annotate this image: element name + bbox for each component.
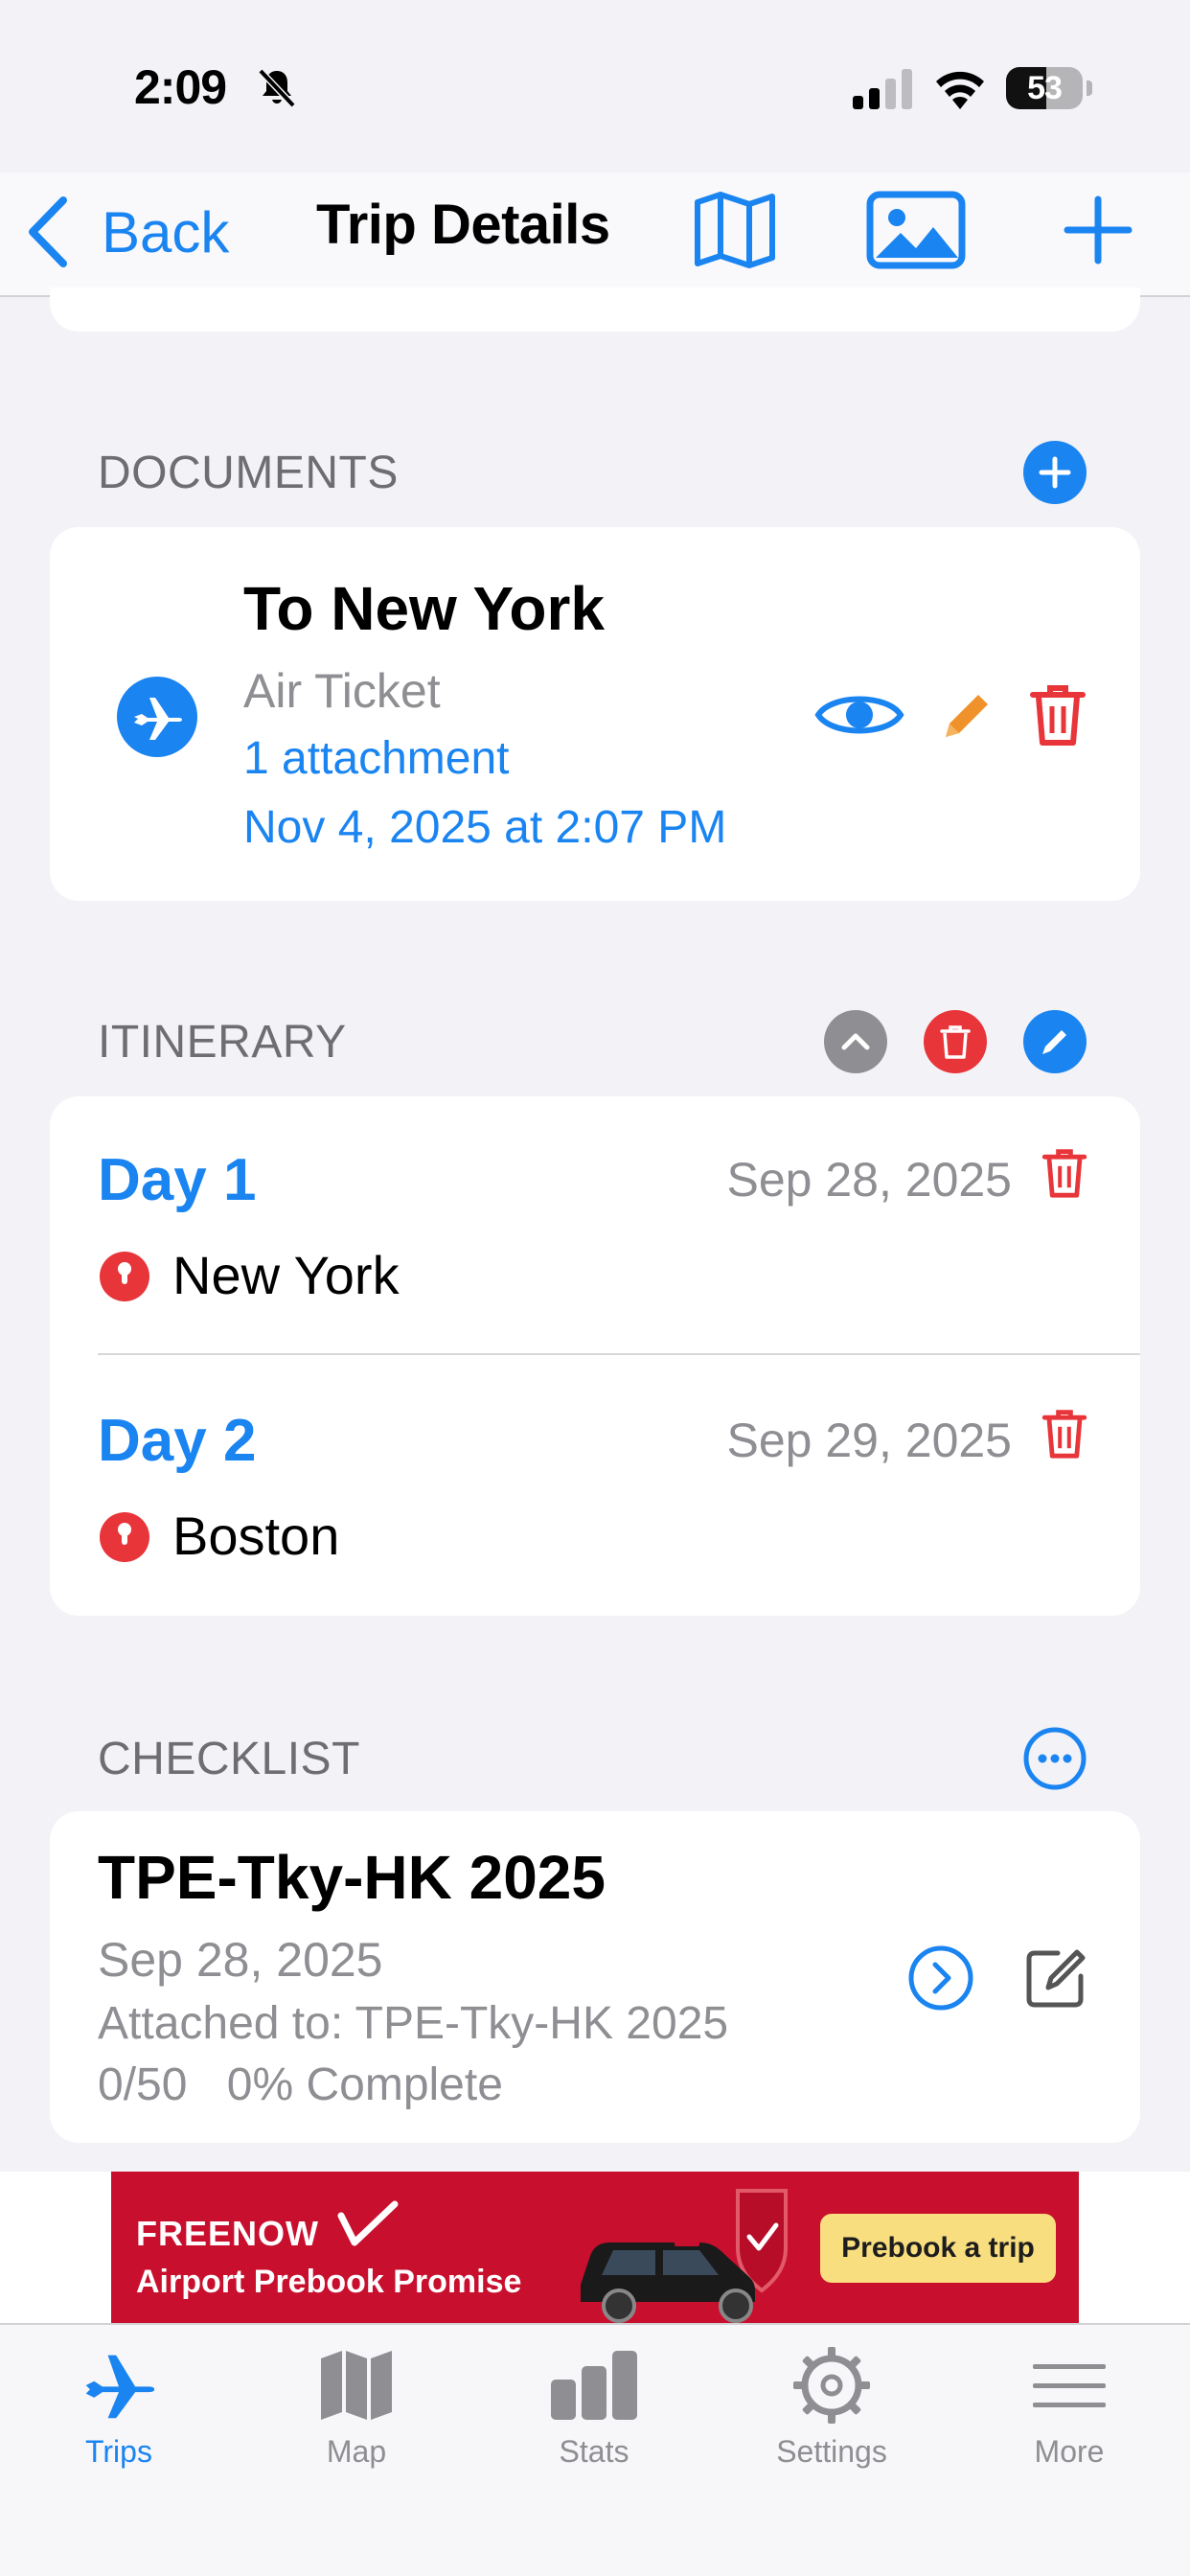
day-label[interactable]: Day 2: [98, 1407, 256, 1475]
day-place: Boston: [172, 1506, 340, 1566]
location-pin-icon: [100, 1512, 149, 1562]
airplane-icon: [85, 2355, 155, 2419]
tab-map[interactable]: Map: [238, 2325, 475, 2478]
checklist-percent: 0% Complete: [226, 2059, 503, 2110]
ad-brand: FREENOW: [136, 2214, 319, 2253]
checklist-attached-to: Attached to: TPE-Tky-HK 2025: [98, 1998, 729, 2049]
document-type: Air Ticket: [243, 664, 441, 718]
eye-icon: [814, 696, 904, 734]
bar-chart-icon: [551, 2351, 637, 2420]
map-icon: [321, 2351, 392, 2420]
photo-icon: [866, 191, 966, 269]
edit-document-button[interactable]: [939, 682, 996, 748]
wifi-icon: [936, 71, 984, 109]
navigation-bar: Back Trip Details: [0, 172, 1190, 297]
delete-day-button[interactable]: [1039, 1403, 1090, 1464]
tab-label: Stats: [559, 2434, 629, 2469]
checklist-more-button[interactable]: [1021, 1725, 1088, 1792]
freenow-logo-icon: [337, 2200, 399, 2246]
tab-settings[interactable]: Settings: [713, 2325, 950, 2478]
tab-label: Trips: [85, 2434, 152, 2469]
ellipsis-circle-icon: [1023, 1727, 1087, 1790]
tab-label: Map: [326, 2434, 387, 2469]
checklist-count: 0/50: [98, 2059, 188, 2110]
ad-banner-container: FREENOW Airport Prebook Promise Prebook …: [0, 2172, 1190, 2323]
open-checklist-button[interactable]: [906, 1944, 975, 2012]
back-button[interactable]: Back: [25, 184, 229, 280]
previous-section-card: [50, 288, 1140, 332]
battery-level: 53: [1027, 70, 1063, 106]
document-date: Nov 4, 2025 at 2:07 PM: [243, 802, 727, 853]
day-date: Sep 28, 2025: [726, 1153, 1013, 1207]
map-icon: [695, 192, 775, 268]
chevron-up-icon: [841, 1033, 870, 1050]
location-pin-icon: [100, 1252, 149, 1301]
day-label[interactable]: Day 1: [98, 1146, 256, 1214]
ad-banner[interactable]: FREENOW Airport Prebook Promise Prebook …: [111, 2172, 1079, 2323]
page-title: Trip Details: [316, 194, 610, 256]
plus-icon: [1039, 456, 1071, 489]
checklist-progress: 0/50 0% Complete: [98, 2058, 503, 2111]
document-attachments-link[interactable]: 1 attachment: [243, 732, 510, 785]
bell-off-icon: [258, 68, 296, 108]
checklist-title: TPE-Tky-HK 2025: [98, 1843, 606, 1912]
divider: [98, 1353, 1140, 1355]
status-bar: 2:09 53: [0, 0, 1190, 172]
collapse-itinerary-button[interactable]: [824, 1010, 887, 1073]
add-document-button[interactable]: [1023, 441, 1087, 504]
cellular-signal-icon: [853, 69, 912, 109]
tab-label: More: [1034, 2434, 1105, 2469]
pencil-icon: [1042, 1030, 1066, 1054]
photos-button[interactable]: [866, 186, 966, 274]
add-button[interactable]: [1062, 186, 1134, 274]
edit-checklist-button[interactable]: [1021, 1944, 1090, 2012]
delete-day-button[interactable]: [1039, 1142, 1090, 1204]
plus-icon: [1064, 196, 1133, 264]
checklist-date: Sep 28, 2025: [98, 1933, 383, 1987]
map-button[interactable]: [692, 186, 778, 274]
battery-indicator: 53: [1006, 67, 1092, 109]
documents-header: DOCUMENTS: [98, 448, 399, 498]
delete-document-button[interactable]: [1025, 680, 1090, 749]
tab-trips[interactable]: Trips: [0, 2325, 238, 2478]
menu-lines-icon: [1033, 2364, 1106, 2407]
tab-bar: Trips Map Stats Settings More: [0, 2323, 1190, 2576]
trash-icon: [1041, 1149, 1087, 1198]
tab-label: Settings: [776, 2434, 887, 2469]
square-pencil-icon: [1026, 1949, 1086, 2008]
checklist-header: CHECKLIST: [98, 1734, 360, 1784]
ad-promise: Airport Prebook Promise: [136, 2264, 522, 2300]
status-time: 2:09: [134, 60, 227, 114]
document-title: To New York: [243, 574, 605, 643]
airplane-icon: [134, 698, 182, 740]
day-date: Sep 29, 2025: [726, 1414, 1013, 1467]
itinerary-header: ITINERARY: [98, 1017, 347, 1068]
back-label: Back: [102, 199, 230, 264]
edit-itinerary-button[interactable]: [1023, 1010, 1087, 1073]
delete-itinerary-button[interactable]: [924, 1010, 987, 1073]
chevron-right-circle-icon: [908, 1945, 973, 2011]
trash-icon: [1041, 1410, 1087, 1459]
document-type-badge: [117, 677, 197, 757]
view-document-button[interactable]: [814, 682, 904, 748]
taxi-car-icon: [581, 2189, 788, 2323]
tab-stats[interactable]: Stats: [475, 2325, 713, 2478]
ad-cta-button[interactable]: Prebook a trip: [820, 2214, 1056, 2283]
gear-icon: [793, 2347, 870, 2424]
tab-more[interactable]: More: [950, 2325, 1188, 2478]
trash-icon: [1030, 685, 1086, 746]
day-place: New York: [172, 1245, 400, 1305]
pencil-icon: [946, 695, 988, 737]
chevron-left-icon: [29, 196, 67, 267]
trash-icon: [940, 1025, 971, 1059]
